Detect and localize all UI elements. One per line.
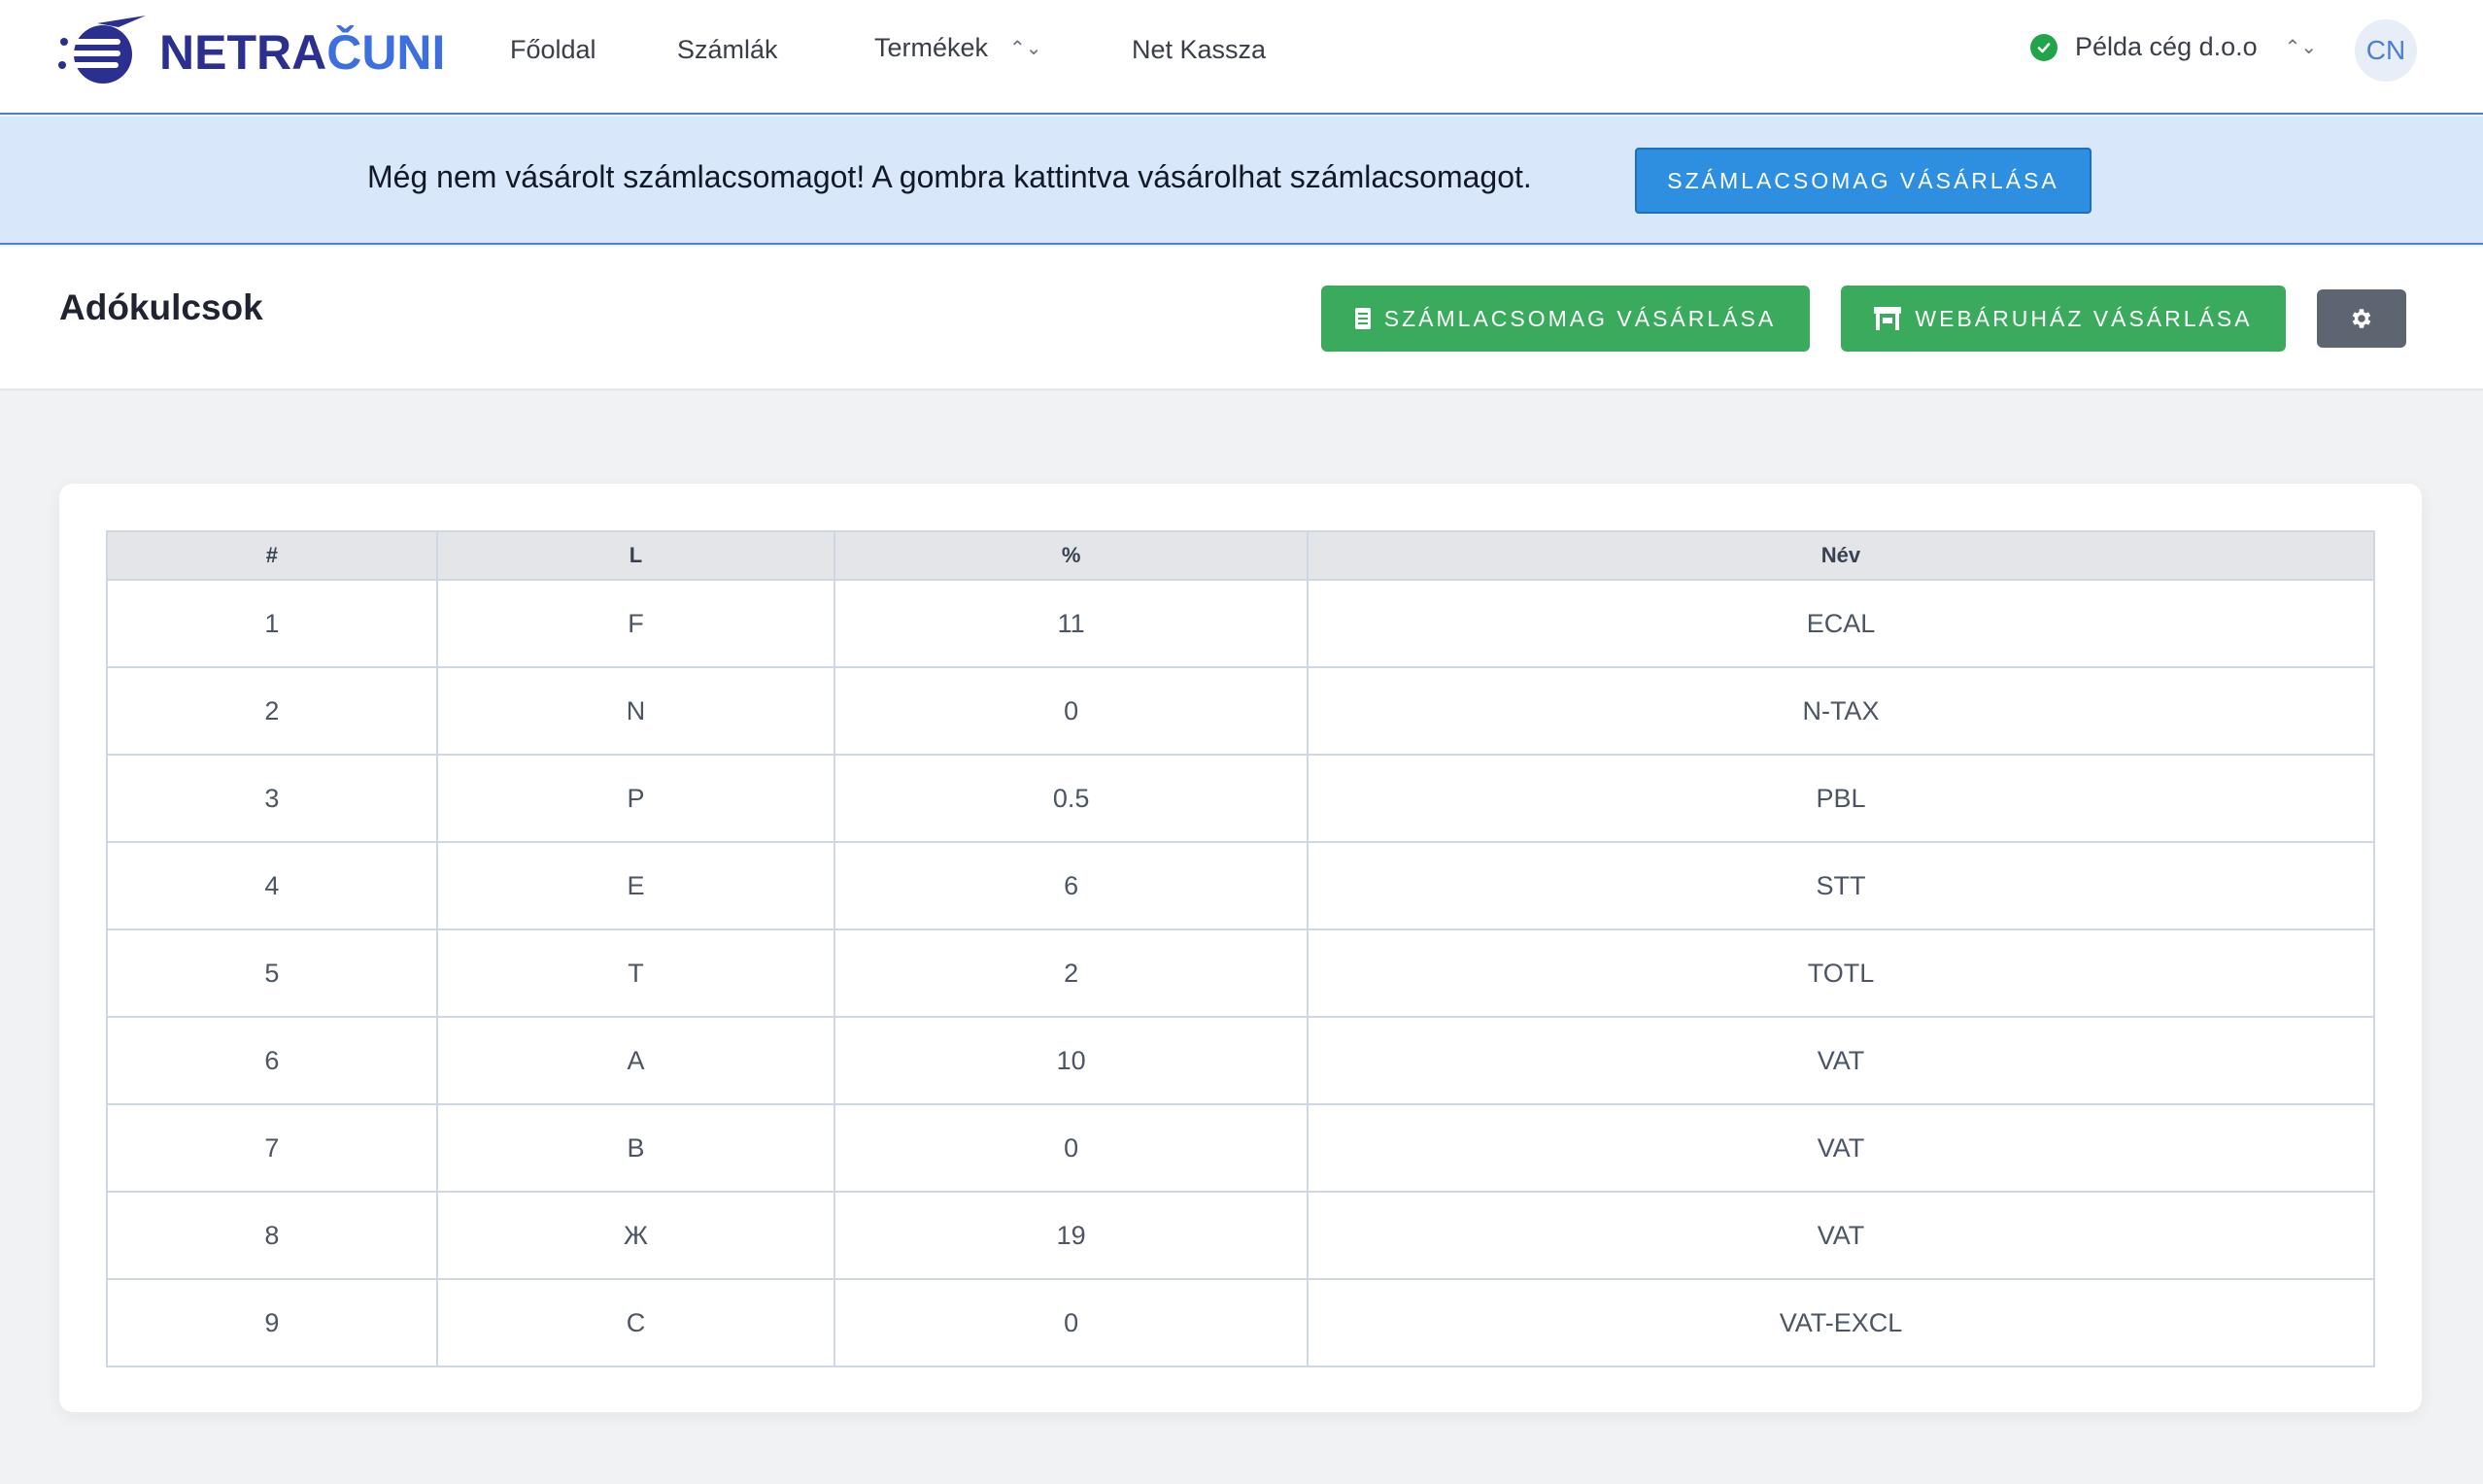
cell-percent: 10 xyxy=(833,1016,1309,1105)
cell-percent: 0.5 xyxy=(833,754,1309,843)
cell-name: VAT xyxy=(1306,1016,2376,1105)
package-banner: Még nem vásárolt számlacsomagot! A gombr… xyxy=(0,117,2483,245)
cell-number: 8 xyxy=(106,1191,438,1280)
table-row[interactable]: 6 A 10 VAT xyxy=(106,1016,2376,1105)
table-row[interactable]: 7 B 0 VAT xyxy=(106,1103,2376,1193)
column-header-name[interactable]: Név xyxy=(1306,530,2376,581)
table-body: 1 F 11 ECAL 2 N 0 N-TAX 3 P 0.5 PBL 4 E 6 STT 5 T 2 TOT… xyxy=(106,579,2376,1367)
nav-item-products[interactable]: Termékek ⌃⌄ xyxy=(874,33,1042,63)
cell-number: 4 xyxy=(106,841,438,930)
settings-button[interactable] xyxy=(2317,289,2406,348)
nav-item-home-label: Főoldal xyxy=(510,35,596,64)
cell-name: VAT xyxy=(1306,1191,2376,1280)
cell-label: B xyxy=(435,1103,836,1193)
cell-number: 5 xyxy=(106,928,438,1018)
tax-rates-card: # L % Név 1 F 11 ECAL 2 N 0 N-TAX 3 P 0.5 PBL 4E6… xyxy=(59,484,2422,1412)
table-row[interactable]: 8 Ж 19 VAT xyxy=(106,1191,2376,1280)
table-row[interactable]: 5 T 2 TOTL xyxy=(106,928,2376,1018)
cell-label: C xyxy=(435,1278,836,1367)
cell-label: E xyxy=(435,841,836,930)
cell-percent: 0 xyxy=(833,666,1309,756)
cell-number: 9 xyxy=(106,1278,438,1367)
document-icon xyxy=(1354,308,1371,329)
buy-webshop-button[interactable]: WEBÁRUHÁZ VÁSÁRLÁSA xyxy=(1841,286,2286,352)
table-header-row: # L % Név xyxy=(106,530,2376,581)
cell-number: 6 xyxy=(106,1016,438,1105)
cell-label: P xyxy=(435,754,836,843)
company-name: Példa cég d.o.o xyxy=(2075,32,2258,61)
column-header-number[interactable]: # xyxy=(106,530,438,581)
cell-number: 1 xyxy=(106,579,438,668)
top-navigation: NETRAČUNI Főoldal Számlák Termékek ⌃⌄ Net… xyxy=(0,0,2483,115)
cell-percent: 6 xyxy=(833,841,1309,930)
logo-text: NETRAČUNI xyxy=(159,25,446,80)
nav-item-products-label: Termékek xyxy=(874,33,989,62)
page-header: Adókulcsok SZÁMLACSOMAG VÁSÁRLÁSA WEBÁRU… xyxy=(0,247,2483,390)
company-selector[interactable]: Példa cég d.o.o ⌃⌄ xyxy=(2030,32,2317,62)
cell-percent: 2 xyxy=(833,928,1309,1018)
nav-item-home[interactable]: Főoldal xyxy=(510,35,596,65)
cell-name: VAT-EXCL xyxy=(1306,1278,2376,1367)
cell-number: 7 xyxy=(106,1103,438,1193)
cell-label: Ж xyxy=(435,1191,836,1280)
cell-label: F xyxy=(435,579,836,668)
cell-percent: 19 xyxy=(833,1191,1309,1280)
table-row[interactable]: 1 F 11 ECAL xyxy=(106,579,2376,668)
banner-buy-package-button[interactable]: SZÁMLACSOMAG VÁSÁRLÁSA xyxy=(1635,148,2092,214)
tax-rates-table: # L % Név 1 F 11 ECAL 2 N 0 N-TAX 3 P 0.5 PBL 4E6… xyxy=(106,530,2376,1367)
cell-name: N-TAX xyxy=(1306,666,2376,756)
cell-number: 3 xyxy=(106,754,438,843)
cell-percent: 0 xyxy=(833,1103,1309,1193)
table-row[interactable]: 9 C 0 VAT-EXCL xyxy=(106,1278,2376,1367)
table-row[interactable]: 2 N 0 N-TAX xyxy=(106,666,2376,756)
table-row[interactable]: 4 E 6 STT xyxy=(106,841,2376,930)
column-header-percent[interactable]: % xyxy=(833,530,1309,581)
cell-label: T xyxy=(435,928,836,1018)
buy-package-button[interactable]: SZÁMLACSOMAG VÁSÁRLÁSA xyxy=(1321,286,1810,352)
user-avatar[interactable]: CN xyxy=(2355,19,2417,82)
nav-item-net-kassza-label: Net Kassza xyxy=(1132,35,1267,64)
buy-webshop-label: WEBÁRUHÁZ VÁSÁRLÁSA xyxy=(1915,305,2253,331)
nav-item-net-kassza[interactable]: Net Kassza xyxy=(1132,35,1266,65)
banner-message: Még nem vásárolt számlacsomagot! A gombr… xyxy=(367,159,1532,194)
cell-label: A xyxy=(435,1016,836,1105)
column-header-label[interactable]: L xyxy=(435,530,836,581)
cell-name: TOTL xyxy=(1306,928,2376,1018)
nav-item-invoices-label: Számlák xyxy=(677,35,778,64)
cell-name: PBL xyxy=(1306,754,2376,843)
cell-number: 2 xyxy=(106,666,438,756)
table-row[interactable]: 3 P 0.5 PBL xyxy=(106,754,2376,843)
cell-label: N xyxy=(435,666,836,756)
check-circle-icon xyxy=(2030,33,2058,61)
page-title: Adókulcsok xyxy=(59,287,263,327)
logo[interactable]: NETRAČUNI xyxy=(58,14,445,91)
cell-percent: 11 xyxy=(833,579,1309,668)
buy-package-label: SZÁMLACSOMAG VÁSÁRLÁSA xyxy=(1383,305,1777,331)
cell-name: ECAL xyxy=(1306,579,2376,668)
cell-percent: 0 xyxy=(833,1278,1309,1367)
gear-icon xyxy=(2352,309,2371,328)
cell-name: STT xyxy=(1306,841,2376,930)
store-icon xyxy=(1874,307,1902,330)
chevron-updown-icon: ⌃⌄ xyxy=(2284,37,2318,58)
cell-name: VAT xyxy=(1306,1103,2376,1193)
chevron-updown-icon: ⌃⌄ xyxy=(1009,38,1042,59)
nav-item-invoices[interactable]: Számlák xyxy=(677,35,778,65)
logo-icon xyxy=(58,16,146,84)
